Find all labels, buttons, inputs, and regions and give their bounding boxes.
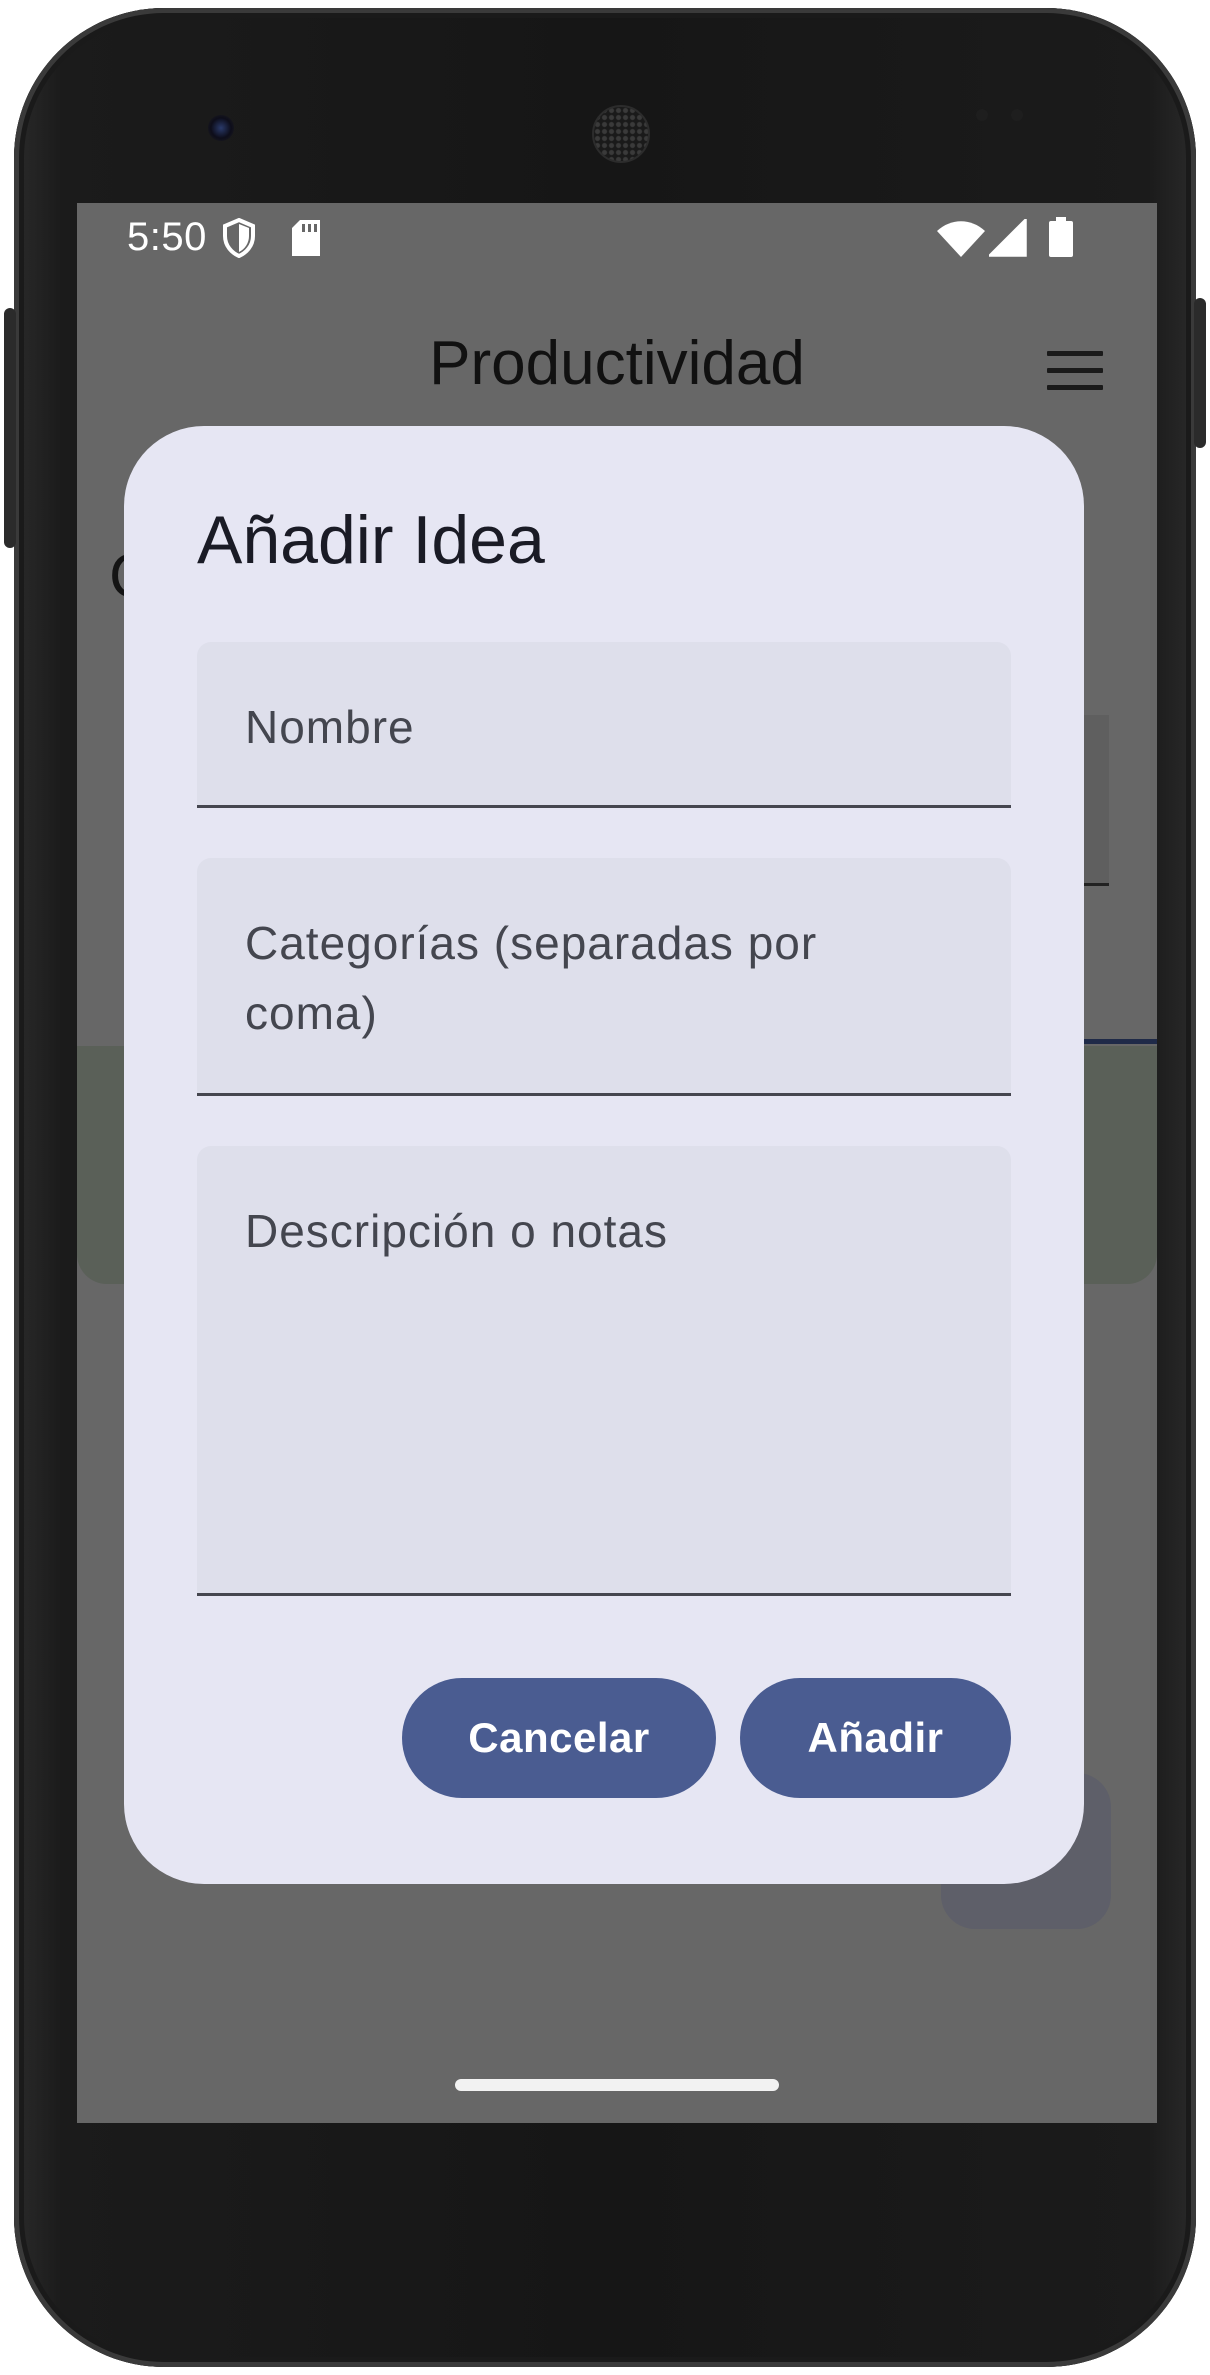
sd-card-icon — [290, 220, 322, 263]
dialog-title: Añadir Idea — [197, 502, 545, 578]
status-time: 5:50 — [127, 215, 207, 259]
phone-side-button-left — [4, 308, 16, 548]
name-field[interactable]: Nombre — [197, 642, 1011, 808]
add-idea-dialog: Añadir Idea Nombre Categorías (separadas… — [124, 426, 1084, 1884]
front-camera — [208, 115, 234, 141]
phone-power-button — [1194, 298, 1206, 448]
earpiece-speaker — [592, 105, 650, 163]
light-sensor — [1011, 109, 1023, 121]
description-field[interactable]: Descripción o notas — [197, 1146, 1011, 1596]
categories-field-placeholder: Categorías (separadas por coma) — [245, 917, 818, 1039]
battery-icon — [1049, 217, 1073, 262]
shield-icon — [222, 217, 256, 263]
add-button[interactable]: Añadir — [740, 1678, 1011, 1798]
description-field-placeholder: Descripción o notas — [245, 1205, 668, 1257]
name-field-placeholder: Nombre — [245, 701, 415, 753]
signal-icon — [986, 216, 1027, 262]
cancel-button[interactable]: Cancelar — [402, 1678, 716, 1798]
status-bar: 5:50 — [77, 203, 1157, 283]
hamburger-menu-icon[interactable] — [1047, 351, 1103, 391]
proximity-sensor — [976, 109, 988, 121]
categories-field[interactable]: Categorías (separadas por coma) — [197, 858, 1011, 1096]
wifi-icon — [937, 221, 985, 262]
app-bar-title: Productividad — [429, 329, 805, 398]
gesture-navigation-bar[interactable] — [455, 2079, 779, 2091]
